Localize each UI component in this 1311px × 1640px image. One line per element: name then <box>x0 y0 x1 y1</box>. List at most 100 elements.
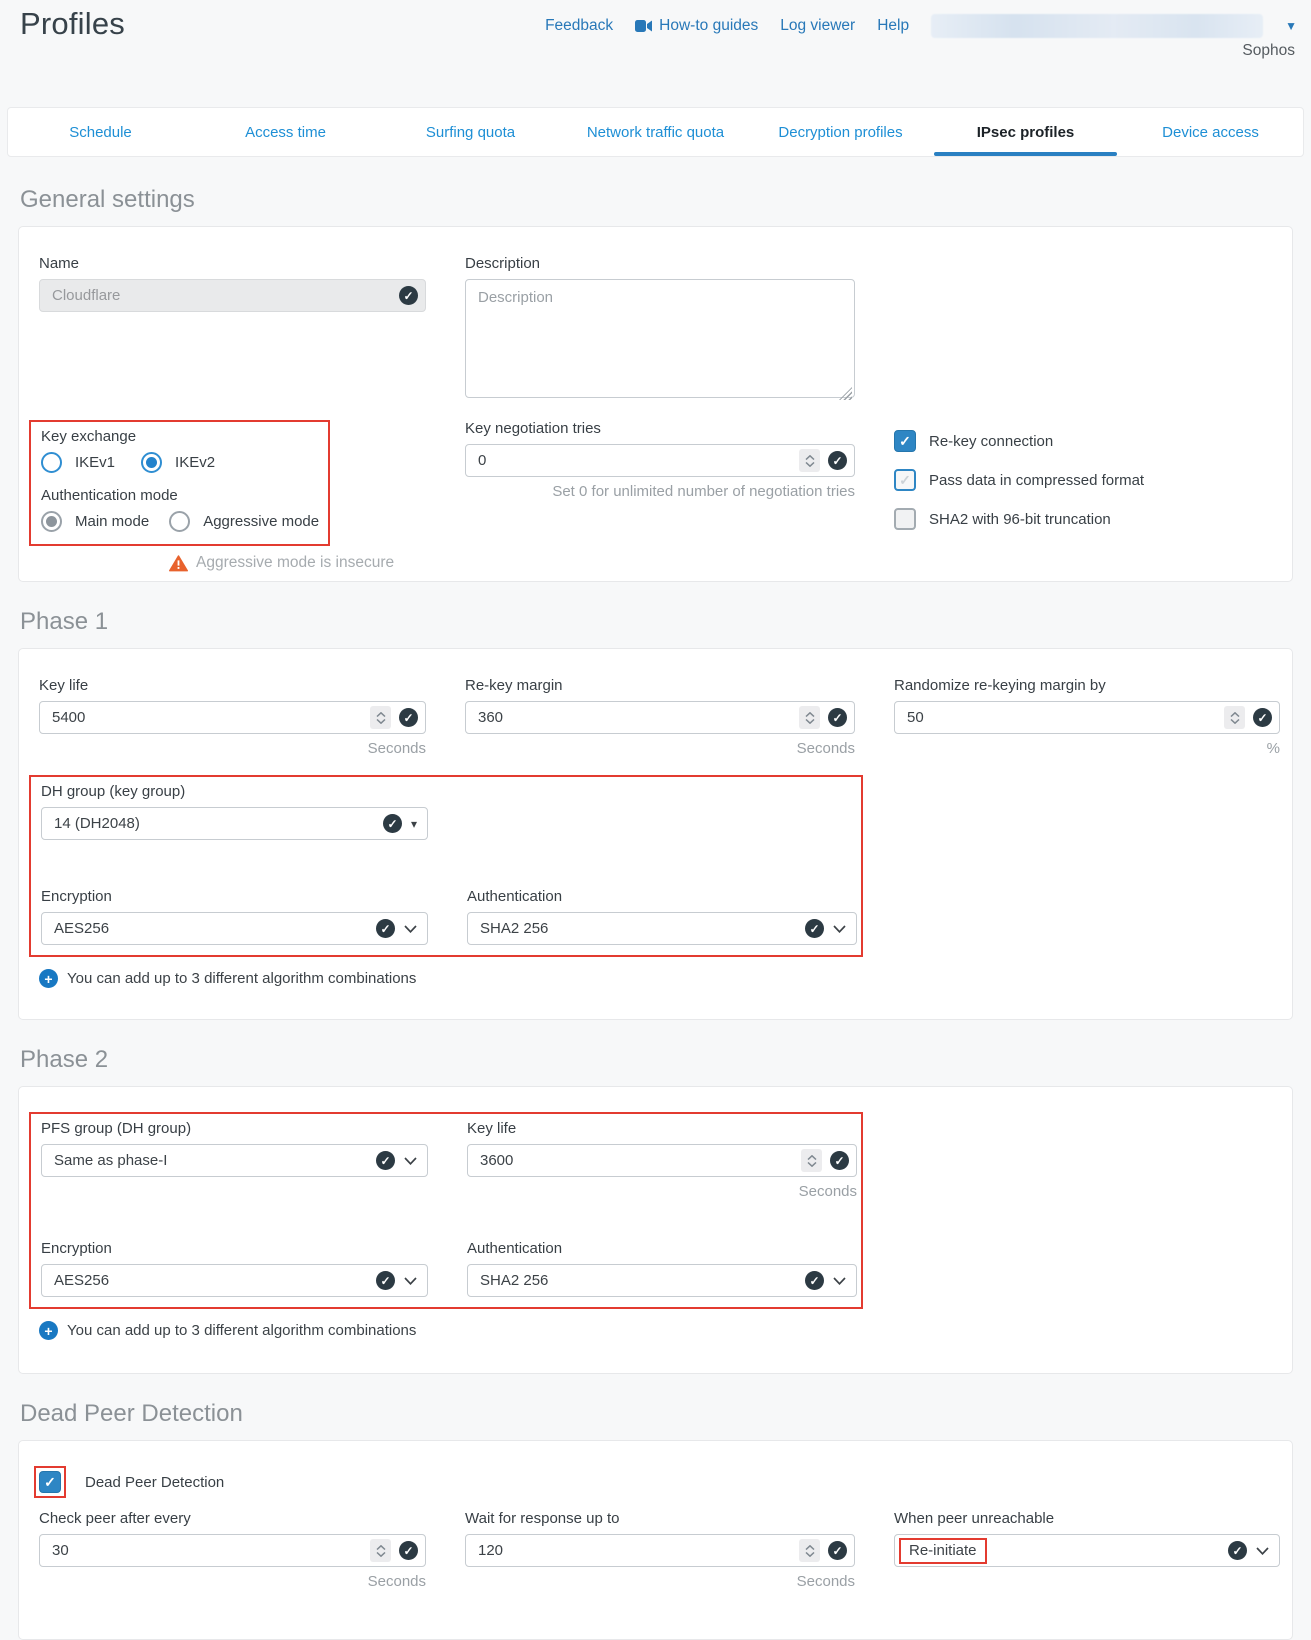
valid-check-icon: ✓ <box>1253 708 1272 727</box>
video-camera-icon <box>635 19 652 33</box>
key-exchange-annotation-box: Key exchange IKEv1 IKEv2 Authentication … <box>29 420 330 546</box>
encryption-label: Encryption <box>41 888 428 905</box>
valid-check-icon: ✓ <box>828 1541 847 1560</box>
radio-aggressive-mode-control[interactable] <box>169 511 190 532</box>
key-negotiation-tries-label: Key negotiation tries <box>465 420 855 437</box>
number-stepper[interactable] <box>370 1539 391 1562</box>
randomize-margin-unit: % <box>894 740 1280 757</box>
help-link[interactable]: Help <box>877 17 909 35</box>
phase1-authentication-select[interactable]: SHA2 256 ✓ <box>467 912 857 945</box>
feedback-link[interactable]: Feedback <box>545 17 613 35</box>
randomize-margin-label: Randomize re-keying margin by <box>894 677 1280 694</box>
compressed-format-checkbox-row[interactable]: ✓ Pass data in compressed format <box>894 469 1280 491</box>
phase2-authentication-select[interactable]: SHA2 256 ✓ <box>467 1264 857 1297</box>
number-stepper[interactable] <box>370 706 391 729</box>
valid-check-icon: ✓ <box>383 814 402 833</box>
tab-surfing-quota[interactable]: Surfing quota <box>378 108 563 156</box>
number-stepper[interactable] <box>799 706 820 729</box>
dpd-heading: Dead Peer Detection <box>20 1400 1293 1428</box>
page-header: Profiles Feedback How-to guides Log view… <box>0 0 1311 107</box>
key-negotiation-tries-input[interactable] <box>465 444 855 477</box>
dh-group-select[interactable]: 14 (DH2048) ✓ ▾ <box>41 807 428 840</box>
check-peer-input[interactable] <box>39 1534 426 1567</box>
rekey-margin-input[interactable] <box>465 701 855 734</box>
number-stepper[interactable] <box>799 449 820 472</box>
authentication-label: Authentication <box>467 888 857 905</box>
tab-network-traffic-quota[interactable]: Network traffic quota <box>563 108 748 156</box>
phase1-add-combination[interactable]: + You can add up to 3 different algorith… <box>39 969 1280 988</box>
radio-main-mode[interactable]: Main mode <box>41 511 149 532</box>
chevron-down-icon <box>404 1277 417 1285</box>
phase1-encryption-select[interactable]: AES256 ✓ <box>41 912 428 945</box>
key-life-input[interactable] <box>39 701 426 734</box>
tab-schedule[interactable]: Schedule <box>8 108 193 156</box>
radio-ikev2[interactable]: IKEv2 <box>141 452 215 473</box>
radio-ikev1[interactable]: IKEv1 <box>41 452 115 473</box>
phase2-card: PFS group (DH group) Same as phase-I ✓ K… <box>18 1086 1293 1374</box>
phase2-heading: Phase 2 <box>20 1046 1293 1074</box>
rekey-connection-checkbox-row[interactable]: ✓ Re-key connection <box>894 430 1280 452</box>
sha2-truncation-checkbox[interactable] <box>894 508 916 530</box>
valid-check-icon: ✓ <box>1228 1541 1247 1560</box>
phase2-encryption-label: Encryption <box>41 1240 428 1257</box>
radio-aggressive-mode[interactable]: Aggressive mode <box>169 511 319 532</box>
radio-main-mode-control[interactable] <box>41 511 62 532</box>
phase2-authentication-label: Authentication <box>467 1240 857 1257</box>
warning-triangle-icon <box>169 555 188 572</box>
valid-check-icon: ✓ <box>830 1151 849 1170</box>
valid-check-icon: ✓ <box>376 919 395 938</box>
randomize-margin-input[interactable] <box>894 701 1280 734</box>
aggressive-mode-warning: Aggressive mode is insecure <box>169 554 426 572</box>
authentication-mode-label: Authentication mode <box>41 487 328 504</box>
wait-response-unit: Seconds <box>465 1573 855 1590</box>
number-stepper[interactable] <box>1224 706 1245 729</box>
radio-ikev2-control[interactable] <box>141 452 162 473</box>
chevron-down-icon <box>404 1157 417 1165</box>
pfs-group-select[interactable]: Same as phase-I ✓ <box>41 1144 428 1177</box>
dpd-checkbox-annotation-box: ✓ <box>34 1466 66 1498</box>
chevron-down-icon <box>833 925 846 933</box>
tab-device-access[interactable]: Device access <box>1118 108 1303 156</box>
phase2-key-life-input[interactable] <box>467 1144 857 1177</box>
account-caret-down-icon[interactable]: ▼ <box>1285 20 1297 32</box>
dpd-enable-checkbox[interactable]: ✓ <box>39 1471 61 1493</box>
plus-circle-icon[interactable]: + <box>39 1321 58 1340</box>
radio-ikev1-control[interactable] <box>41 452 62 473</box>
key-life-unit: Seconds <box>39 740 426 757</box>
rekey-connection-checkbox[interactable]: ✓ <box>894 430 916 452</box>
general-settings-card: Name ✓ Description Key exchange <box>18 226 1293 582</box>
tab-ipsec-profiles[interactable]: IPsec profiles <box>933 108 1118 156</box>
phase2-algorithms-annotation-box: PFS group (DH group) Same as phase-I ✓ K… <box>29 1112 863 1309</box>
howto-guides-link[interactable]: How-to guides <box>635 17 758 35</box>
compressed-format-checkbox[interactable]: ✓ <box>894 469 916 491</box>
peer-unreachable-select[interactable]: Re-initiate ✓ <box>894 1534 1280 1567</box>
dpd-enable-row[interactable]: ✓ Dead Peer Detection <box>39 1471 1280 1493</box>
wait-response-input[interactable] <box>465 1534 855 1567</box>
number-stepper[interactable] <box>799 1539 820 1562</box>
header-links: Feedback How-to guides Log viewer Help ▼ <box>545 14 1297 38</box>
phase1-heading: Phase 1 <box>20 608 1293 636</box>
chevron-down-icon <box>833 1277 846 1285</box>
phase2-encryption-select[interactable]: AES256 ✓ <box>41 1264 428 1297</box>
rekey-margin-label: Re-key margin <box>465 677 855 694</box>
description-textarea[interactable] <box>465 279 855 398</box>
phase2-add-combination[interactable]: + You can add up to 3 different algorith… <box>39 1321 1280 1340</box>
tab-decryption-profiles[interactable]: Decryption profiles <box>748 108 933 156</box>
brand-label: Sophos <box>1242 42 1295 60</box>
account-selector-redacted[interactable] <box>931 14 1263 38</box>
valid-check-icon: ✓ <box>805 1271 824 1290</box>
rekey-margin-unit: Seconds <box>465 740 855 757</box>
profiles-tab-bar: Schedule Access time Surfing quota Netwo… <box>7 107 1304 157</box>
tab-access-time[interactable]: Access time <box>193 108 378 156</box>
valid-check-icon: ✓ <box>399 708 418 727</box>
key-life-label: Key life <box>39 677 426 694</box>
sha2-truncation-checkbox-row[interactable]: SHA2 with 96-bit truncation <box>894 508 1280 530</box>
wait-response-label: Wait for response up to <box>465 1510 855 1527</box>
general-settings-heading: General settings <box>20 186 1293 214</box>
phase2-key-life-label: Key life <box>467 1120 857 1137</box>
check-peer-label: Check peer after every <box>39 1510 426 1527</box>
number-stepper[interactable] <box>801 1149 822 1172</box>
name-label: Name <box>39 255 426 272</box>
log-viewer-link[interactable]: Log viewer <box>780 17 855 35</box>
plus-circle-icon[interactable]: + <box>39 969 58 988</box>
